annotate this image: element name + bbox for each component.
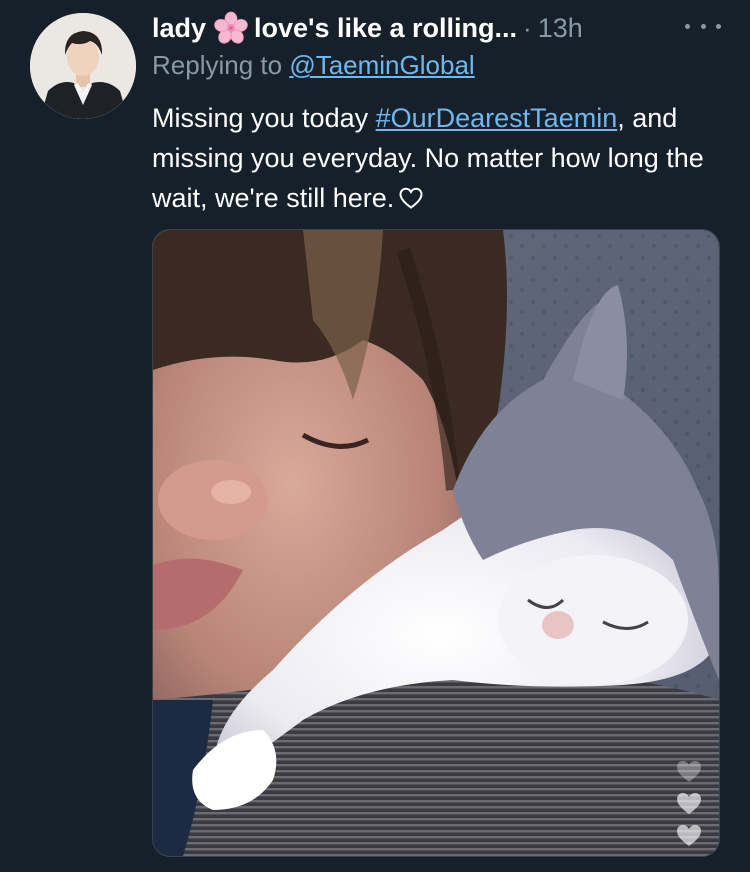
tweet-header: lady love's like a rolling... · 13h <box>152 8 692 48</box>
tweet: lady love's like a rolling... · 13h Repl… <box>0 0 750 872</box>
display-name[interactable]: lady love's like a rolling... <box>152 11 517 45</box>
white-heart-icon <box>398 181 424 221</box>
avatar-image <box>30 13 136 119</box>
display-name-prefix: lady <box>152 12 207 43</box>
tweet-text-part1: Missing you today <box>152 103 376 133</box>
replying-to: Replying to @TaeminGlobal <box>152 50 475 81</box>
more-options-icon[interactable] <box>685 14 721 38</box>
display-name-suffix: love's like a rolling... <box>254 12 518 43</box>
replying-to-handle-link[interactable]: @TaeminGlobal <box>289 50 474 80</box>
cherry-blossom-icon <box>214 11 248 45</box>
replying-to-label: Replying to <box>152 50 283 80</box>
tweet-text: Missing you today #OurDearestTaemin, and… <box>152 98 732 221</box>
avatar[interactable] <box>30 13 136 119</box>
tweet-media-image[interactable] <box>152 229 720 857</box>
separator: · <box>523 12 532 43</box>
photo-person-with-kitten <box>153 230 719 856</box>
hashtag-link[interactable]: #OurDearestTaemin <box>376 103 618 133</box>
timestamp[interactable]: 13h <box>538 13 583 44</box>
